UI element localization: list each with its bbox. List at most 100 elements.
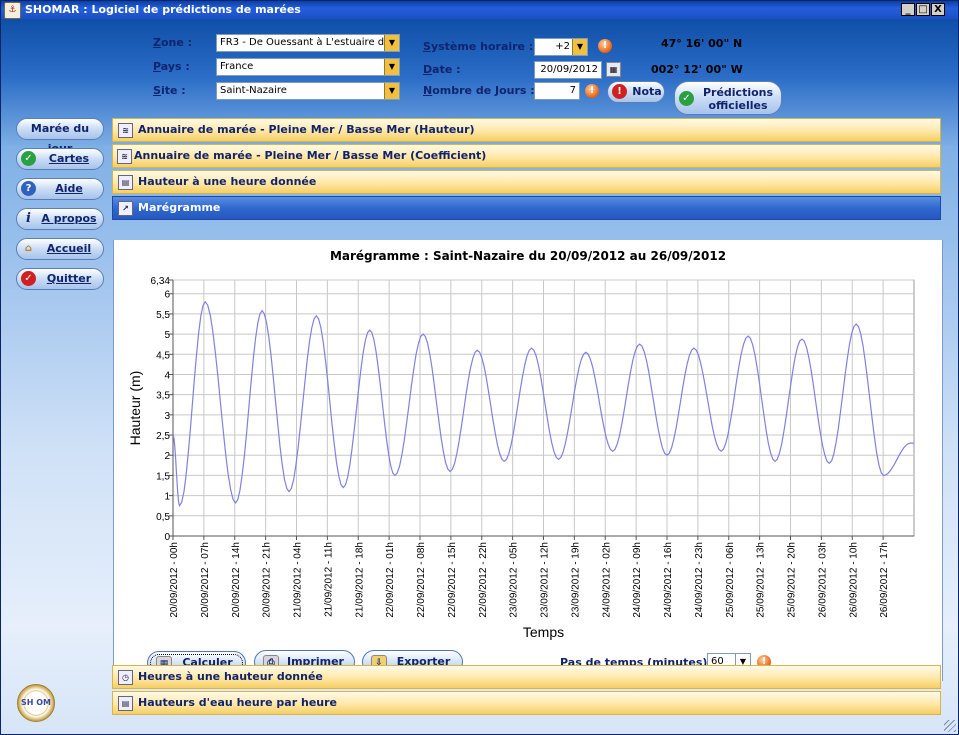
y-tick-label: 1,5 (156, 471, 170, 482)
chevron-down-icon[interactable]: ▼ (384, 83, 399, 99)
pays-select[interactable]: France ▼ (216, 58, 400, 76)
y-tick-label: 2,5 (156, 431, 170, 442)
calendar-icon[interactable]: ▦ (606, 62, 621, 77)
help-icon: ? (21, 181, 36, 196)
latitude-readout: 47° 16' 00" N (661, 37, 743, 50)
y-tick-label: 3 (164, 411, 170, 422)
x-tick-label: 25/09/2012 - 06h (725, 542, 736, 618)
minimize-button[interactable]: _ (901, 3, 915, 16)
pays-label: Pays : (153, 60, 190, 73)
a-propos-button[interactable]: i A propos (16, 208, 104, 230)
y-axis-label: Hauteur (m) (127, 371, 143, 446)
x-tick-label: 21/09/2012 - 04h (293, 542, 304, 618)
y-tick-label: 6,34 (151, 276, 171, 287)
app-logo-icon: ⚓ (4, 2, 21, 19)
nota-button[interactable]: ! Nota (607, 81, 665, 103)
systeme-horaire-label: Système horaire : (423, 40, 534, 53)
x-tick-label: 20/09/2012 - 14h (231, 542, 242, 618)
alert-icon: ! (612, 84, 627, 99)
x-tick-label: 21/09/2012 - 18h (354, 542, 365, 618)
site-value: Saint-Nazaire (220, 85, 287, 96)
quitter-button[interactable]: ✓ Quitter (16, 268, 104, 290)
accueil-button[interactable]: ⌂ Accueil (16, 238, 104, 260)
close-button[interactable]: X (931, 3, 945, 16)
x-tick-label: 20/09/2012 - 07h (200, 542, 211, 618)
maree-du-jour-button[interactable]: Marée du jour (16, 118, 104, 155)
site-label: Site : (153, 84, 186, 97)
x-tick-label: 24/09/2012 - 02h (601, 542, 612, 618)
systeme-horaire-value: +2 (555, 41, 570, 52)
aide-button[interactable]: ? Aide (16, 178, 104, 200)
exit-icon: ✓ (21, 271, 36, 286)
x-tick-label: 25/09/2012 - 13h (756, 542, 767, 618)
home-icon: ⌂ (24, 243, 33, 254)
tide-table-icon: ≋ (118, 123, 133, 138)
cartes-button[interactable]: ✓ Cartes (16, 148, 104, 170)
checkmark-icon: ✓ (21, 151, 36, 166)
document-icon: ▤ (118, 175, 133, 190)
section-heures-hauteur[interactable]: ◷ Heures à une hauteur donnée (112, 665, 941, 689)
chart-icon: ↗ (118, 201, 133, 216)
x-tick-label: 23/09/2012 - 19h (570, 542, 581, 618)
resize-grip[interactable] (944, 720, 956, 732)
x-tick-label: 26/09/2012 - 10h (848, 542, 859, 618)
y-tick-label: 5,5 (156, 310, 170, 321)
x-tick-label: 23/09/2012 - 12h (540, 542, 551, 618)
x-tick-label: 25/09/2012 - 20h (787, 542, 798, 618)
chevron-down-icon[interactable]: ▼ (384, 59, 399, 75)
longitude-readout: 002° 12' 00" W (651, 63, 743, 76)
y-tick-label: 0,5 (156, 512, 170, 523)
predictions-label: Prédictions officielles (702, 86, 774, 112)
nombre-jours-label: Nombre de Jours : (423, 84, 535, 97)
zone-label: Zone : (153, 36, 193, 49)
zone-select[interactable]: FR3 - De Ouessant à L'estuaire de ▼ (216, 34, 400, 52)
x-tick-label: 22/09/2012 - 08h (416, 542, 427, 618)
maregramme-panel: Marégramme : Saint-Nazaire du 20/09/2012… (113, 240, 943, 681)
warning-icon[interactable]: ! (598, 39, 612, 53)
nombre-jours-input[interactable]: 7 (534, 82, 580, 100)
y-tick-label: 4,5 (156, 350, 170, 361)
section-hauteurs-heure[interactable]: ▤ Hauteurs d'eau heure par heure (112, 691, 941, 715)
section-hauteur-heure[interactable]: ▤ Hauteur à une heure donnée (112, 170, 941, 194)
x-tick-label: 22/09/2012 - 22h (478, 542, 489, 618)
window-title: SHOMAR : Logiciel de prédictions de maré… (25, 3, 301, 16)
x-tick-label: 21/09/2012 - 11h (323, 542, 334, 617)
section-annuaire-coefficient[interactable]: ≋ Annuaire de marée - Pleine Mer / Basse… (112, 144, 941, 168)
checkmark-icon: ✓ (679, 91, 694, 106)
x-tick-label: 20/09/2012 - 00h (169, 542, 180, 618)
title-bar[interactable]: ⚓ SHOMAR : Logiciel de prédictions de ma… (1, 1, 958, 19)
y-tick-label: 1 (164, 492, 170, 503)
shom-logo: SH OM (17, 684, 55, 722)
x-axis-label: Temps (523, 624, 564, 640)
tide-table-icon: ≋ (117, 149, 132, 164)
date-input[interactable]: 20/09/2012 (534, 61, 602, 79)
document-icon: ▤ (118, 696, 133, 711)
x-tick-label: 22/09/2012 - 01h (385, 542, 396, 618)
warning-icon[interactable]: ! (585, 84, 599, 98)
y-tick-label: 0 (164, 532, 170, 543)
x-tick-label: 26/09/2012 - 03h (817, 542, 828, 618)
clock-icon: ◷ (118, 670, 133, 685)
site-select[interactable]: Saint-Nazaire ▼ (216, 82, 400, 100)
zone-value: FR3 - De Ouessant à L'estuaire de (220, 37, 391, 48)
x-tick-label: 22/09/2012 - 15h (447, 542, 458, 618)
info-icon: i (26, 211, 31, 226)
x-tick-label: 24/09/2012 - 23h (694, 542, 705, 618)
maximize-button[interactable]: □ (916, 3, 930, 16)
x-tick-label: 20/09/2012 - 21h (262, 542, 273, 618)
chevron-down-icon[interactable]: ▼ (384, 35, 399, 51)
predictions-officielles-button[interactable]: ✓ Prédictions officielles (674, 81, 782, 115)
y-tick-label: 5 (164, 330, 170, 341)
systeme-horaire-select[interactable]: +2 ▼ (534, 38, 588, 56)
section-maregramme[interactable]: ↗ Marégramme (112, 196, 941, 220)
chevron-down-icon[interactable]: ▼ (572, 39, 587, 55)
y-tick-label: 2 (164, 451, 170, 462)
client-area: Zone : FR3 - De Ouessant à L'estuaire de… (1, 19, 958, 734)
y-tick-label: 6 (164, 290, 170, 301)
section-annuaire-hauteur[interactable]: ≋ Annuaire de marée - Pleine Mer / Basse… (112, 118, 941, 142)
pays-value: France (220, 61, 254, 72)
date-label: Date : (423, 63, 461, 76)
maregramme-chart: 0 0,5 1 1,5 2 2,5 3 3,5 4 4,5 5 5,5 6 6,34 20/09/2012 … (127, 276, 915, 640)
x-tick-label: 26/09/2012 - 17h (879, 542, 890, 618)
y-tick-label: 3,5 (156, 391, 170, 402)
